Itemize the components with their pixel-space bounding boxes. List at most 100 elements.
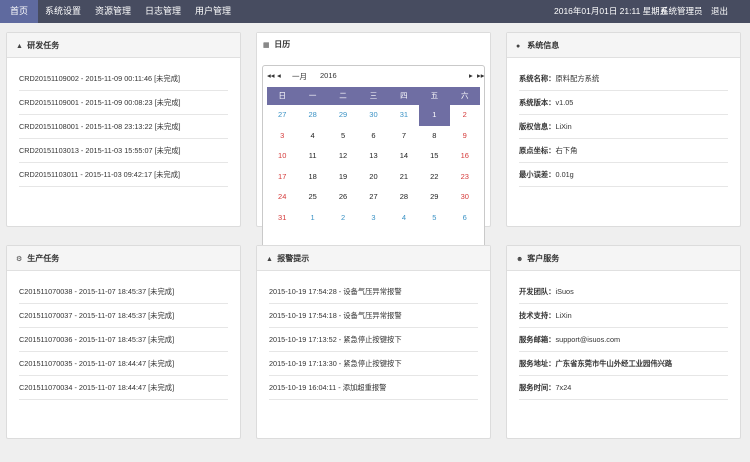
calendar-day[interactable]: 12 [328,146,358,167]
calendar-day[interactable]: 27 [358,187,388,208]
calendar-day[interactable]: 3 [358,208,388,229]
calendar-day[interactable]: 6 [450,208,480,229]
calendar-day[interactable]: 29 [419,187,449,208]
production-tasks-header: ⚙ 生产任务 [7,246,240,271]
calendar-day[interactable]: 31 [389,105,419,126]
calendar-day[interactable]: 30 [450,187,480,208]
datetime-display: 2016年01月01日 21:11 星期五 [554,6,669,16]
alarm-item[interactable]: 2015-10-19 17:54:18 - 设备气压异常报警 [269,304,478,328]
top-navbar: 首页 系统设置 资源管理 日志管理 用户管理 2016年01月01日 21:11… [0,0,750,23]
prev-month-button[interactable]: ◂ [277,71,281,80]
nav-user-management[interactable]: 用户管理 [190,0,236,23]
service-info-key: 技术支持： [519,311,556,320]
users-icon: ☻ [516,256,524,263]
system-info-title: 系统信息 [527,41,560,50]
calendar-day[interactable]: 22 [419,167,449,188]
service-info-row: 服务时间：7x24 [519,376,728,400]
production-task-item[interactable]: C201511070037 - 2015-11-07 18:45:37 [未完成… [19,304,228,328]
nav-system-settings[interactable]: 系统设置 [40,0,86,23]
calendar-day[interactable]: 14 [389,146,419,167]
rd-tasks-title: 研发任务 [27,41,60,50]
calendar-day[interactable]: 2 [328,208,358,229]
rd-task-item[interactable]: CRD20151109001 - 2015-11-09 00:08:23 [未完… [19,91,228,115]
alarms-title: 报警提示 [277,254,310,263]
rd-tasks-header: ▲ 研发任务 [7,33,240,58]
calendar-day[interactable]: 4 [389,208,419,229]
nav-log-management[interactable]: 日志管理 [140,0,186,23]
prev-year-button[interactable]: ◂◂ [267,71,275,80]
calendar-day[interactable]: 3 [267,126,297,147]
calendar-day[interactable]: 16 [450,146,480,167]
calendar-day[interactable]: 6 [358,126,388,147]
rd-task-item[interactable]: CRD20151103011 - 2015-11-03 09:42:17 [未完… [19,163,228,187]
year-label[interactable]: 2016 [320,71,337,80]
service-info-row: 服务地址：广东省东莞市牛山外经工业园伟兴路 [519,352,728,376]
service-email-link[interactable]: support@isuos.com [555,335,620,344]
warning-icon: ▲ [266,256,273,263]
calendar-day[interactable]: 23 [450,167,480,188]
calendar-day[interactable]: 28 [297,105,327,126]
calendar-weekday-label: 五 [430,91,439,100]
flask-icon: ▲ [16,43,23,50]
alarm-item[interactable]: 2015-10-19 16:04:11 - 添加超重报警 [269,376,478,400]
system-info-panel: ● 系统信息 系统名称：原料配方系统 系统版本：v1.05 版权信息：LiXin… [506,32,741,227]
service-info-value: 广东省东莞市牛山外经工业园伟兴路 [555,359,673,368]
calendar-day[interactable]: 1 [297,208,327,229]
customer-service-title: 客户服务 [527,254,560,263]
calendar-week-row: 10 11 12 13 14 15 16 [267,146,480,167]
rd-task-item[interactable]: CRD20151108001 - 2015-11-08 23:13:22 [未完… [19,115,228,139]
calendar-week-row: 27 28 29 30 31 1 2 [267,105,480,126]
nav-home[interactable]: 首页 [0,0,38,23]
customer-service-header: ☻ 客户服务 [507,246,740,271]
alarm-item[interactable]: 2015-10-19 17:13:30 - 紧急停止按键按下 [269,352,478,376]
production-task-item[interactable]: C201511070035 - 2015-11-07 18:44:47 [未完成… [19,352,228,376]
rd-task-item[interactable]: CRD20151103013 - 2015-11-03 15:55:07 [未完… [19,139,228,163]
calendar-day[interactable]: 11 [297,146,327,167]
logout-link[interactable]: 退出 [711,0,728,23]
production-task-item[interactable]: C201511070038 - 2015-11-07 18:45:37 [未完成… [19,280,228,304]
calendar-day[interactable]: 27 [267,105,297,126]
system-info-row: 原点坐标：右下角 [519,139,728,163]
production-task-item[interactable]: C201511070036 - 2015-11-07 18:45:37 [未完成… [19,328,228,352]
calendar-day[interactable]: 17 [267,167,297,188]
month-label[interactable]: 一月 [292,71,307,82]
calendar-day[interactable]: 5 [419,208,449,229]
calendar-header: ▦ 日历 [257,33,490,57]
calendar-day[interactable]: 19 [328,167,358,188]
rd-task-item[interactable]: CRD20151109002 - 2015-11-09 00:11:46 [未完… [19,67,228,91]
calendar-weekday-label: 六 [460,91,469,100]
service-info-row: 技术支持：LiXin [519,304,728,328]
calendar-day[interactable]: 21 [389,167,419,188]
calendar-day[interactable]: 28 [389,187,419,208]
calendar-day[interactable]: 1 [419,105,450,126]
system-info-value: 0.01g [555,170,574,179]
next-month-button[interactable]: ▸ [469,71,473,80]
current-user[interactable]: 系统管理员 [660,0,703,23]
calendar-day[interactable]: 9 [450,126,480,147]
alarm-item[interactable]: 2015-10-19 17:13:52 - 紧急停止按键按下 [269,328,478,352]
calendar-day[interactable]: 15 [419,146,449,167]
calendar-day[interactable]: 5 [328,126,358,147]
alarms-panel: ▲ 报警提示 2015-10-19 17:54:28 - 设备气压异常报警 20… [256,245,491,439]
calendar-day[interactable]: 31 [267,208,297,229]
system-info-row: 版权信息：LiXin [519,115,728,139]
system-info-row: 系统名称：原料配方系统 [519,67,728,91]
calendar-day[interactable]: 8 [419,126,449,147]
calendar-day[interactable]: 4 [297,126,327,147]
calendar-day[interactable]: 30 [358,105,388,126]
calendar-weekday-label: 四 [400,91,408,100]
calendar-day[interactable]: 13 [358,146,388,167]
calendar-day[interactable]: 29 [328,105,358,126]
calendar-day[interactable]: 26 [328,187,358,208]
nav-resource-management[interactable]: 资源管理 [90,0,136,23]
calendar-day[interactable]: 25 [297,187,327,208]
calendar-day[interactable]: 2 [450,105,480,126]
calendar-day[interactable]: 20 [358,167,388,188]
production-task-item[interactable]: C201511070034 - 2015-11-07 18:44:47 [未完成… [19,376,228,400]
alarm-item[interactable]: 2015-10-19 17:54:28 - 设备气压异常报警 [269,280,478,304]
calendar-day[interactable]: 18 [297,167,327,188]
calendar-day[interactable]: 10 [267,146,297,167]
next-year-button[interactable]: ▸▸ [477,71,485,80]
calendar-day[interactable]: 7 [389,126,419,147]
calendar-day[interactable]: 24 [267,187,297,208]
